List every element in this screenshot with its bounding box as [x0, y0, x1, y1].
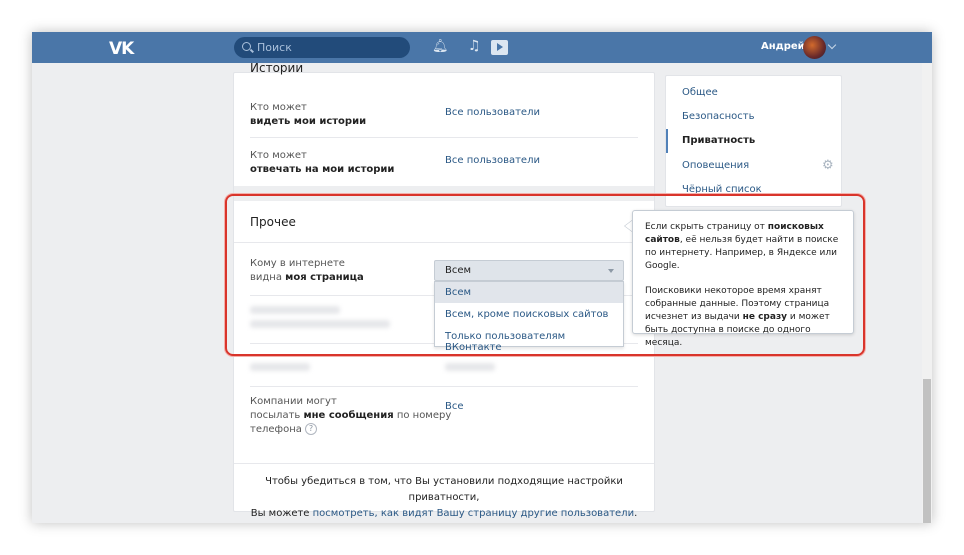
chevron-down-icon[interactable] — [827, 40, 837, 50]
divider — [250, 137, 638, 138]
avatar[interactable] — [803, 36, 826, 59]
companies-messages-value[interactable]: Все — [445, 401, 464, 412]
video-icon[interactable] — [491, 40, 508, 55]
menu-item-security[interactable]: Безопасность — [666, 105, 841, 129]
highlight-frame — [225, 194, 865, 356]
stories-reply-value[interactable]: Все пользователи — [445, 155, 540, 166]
privacy-footer: Чтобы убедиться в том, что Вы установили… — [234, 463, 654, 519]
scrollbar[interactable] — [922, 63, 932, 523]
search-placeholder: Поиск — [257, 41, 292, 54]
bell-icon[interactable]: 🔔︎ — [432, 39, 449, 54]
menu-item-privacy[interactable]: Приватность — [666, 129, 841, 153]
help-icon[interactable]: ? — [305, 423, 318, 435]
companies-messages-label: Компании могут посылать мне сообщения по… — [250, 396, 452, 435]
blurred-text — [445, 363, 495, 371]
divider — [250, 386, 638, 387]
stories-reply-label: Кто может отвечать на мои истории — [250, 150, 395, 175]
menu-item-general[interactable]: Общее — [666, 81, 841, 105]
scrollbar-thumb[interactable] — [923, 379, 931, 523]
music-icon[interactable]: ♫ — [468, 38, 481, 54]
search-icon — [242, 42, 251, 51]
gear-icon[interactable]: ⚙ — [822, 158, 834, 173]
menu-item-label: Оповещения — [682, 160, 750, 171]
stories-view-value[interactable]: Все пользователи — [445, 107, 540, 118]
stories-section-title: Истории — [250, 61, 304, 75]
blurred-text — [250, 363, 310, 371]
search-input[interactable]: Поиск — [234, 37, 410, 58]
vk-logo[interactable]: VK — [109, 39, 134, 59]
settings-menu: Общее Безопасность Приватность Оповещени… — [665, 75, 842, 207]
browser-window: VK Поиск 🔔︎ ♫ Андрей Истории Кто может ви… — [32, 32, 932, 523]
menu-item-notifications[interactable]: Оповещения ⚙ — [666, 154, 841, 178]
top-header: VK Поиск 🔔︎ ♫ Андрей — [32, 32, 932, 63]
user-name[interactable]: Андрей — [761, 41, 805, 52]
view-as-others-link[interactable]: посмотреть, как видят Вашу страницу друг… — [313, 508, 634, 519]
stories-view-label: Кто может видеть мои истории — [250, 102, 367, 127]
